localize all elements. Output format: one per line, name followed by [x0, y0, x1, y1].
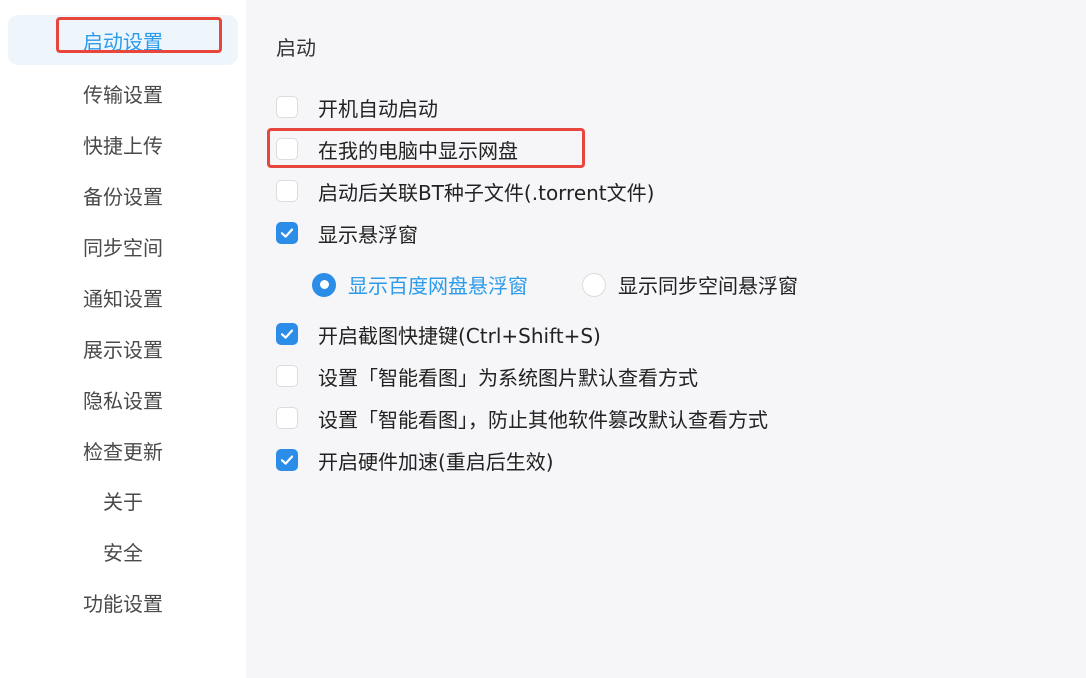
sidebar-item-sync-space[interactable]: 同步空间	[8, 221, 238, 271]
sidebar-item-label: 隐私设置	[83, 388, 163, 413]
option-prevent-tamper[interactable]: 设置「智能看图」，防止其他软件篡改默认查看方式	[276, 405, 768, 432]
sidebar-item-transfer[interactable]: 传输设置	[8, 68, 238, 118]
checkbox[interactable]	[276, 180, 298, 202]
sidebar-item-label: 快捷上传	[83, 133, 163, 158]
sidebar-item-label: 安全	[103, 540, 143, 565]
option-label: 设置「智能看图」，防止其他软件篡改默认查看方式	[318, 407, 768, 432]
sidebar-item-label: 备份设置	[83, 184, 163, 209]
checkmark-icon	[280, 228, 294, 238]
checkbox[interactable]	[276, 96, 298, 118]
sidebar-item-label: 检查更新	[83, 439, 163, 464]
sidebar-item-startup[interactable]: 启动设置	[8, 15, 238, 65]
sidebar-item-quick-upload[interactable]: 快捷上传	[8, 119, 238, 169]
radio-button-selected[interactable]	[312, 272, 336, 297]
radio-label: 显示百度网盘悬浮窗	[348, 274, 528, 298]
sidebar-item-security[interactable]: 安全	[8, 526, 238, 576]
sidebar-item-check-update[interactable]: 检查更新	[8, 425, 238, 475]
sidebar-item-label: 传输设置	[83, 82, 163, 107]
radio-baidu-float-window[interactable]: 显示百度网盘悬浮窗	[312, 270, 528, 299]
sidebar-item-label: 关于	[103, 489, 143, 514]
sidebar-item-label: 启动设置	[83, 29, 163, 54]
sidebar-item-label: 功能设置	[83, 591, 163, 616]
checkbox[interactable]	[276, 365, 298, 387]
option-show-in-my-computer[interactable]: 在我的电脑中显示网盘	[276, 136, 518, 163]
option-label: 开启截图快捷键(Ctrl+Shift+S)	[318, 323, 601, 348]
sidebar-item-label: 展示设置	[83, 337, 163, 362]
sidebar-item-about[interactable]: 关于	[8, 475, 238, 525]
sidebar-item-features[interactable]: 功能设置	[8, 577, 238, 627]
option-label: 在我的电脑中显示网盘	[318, 138, 518, 163]
option-hardware-acceleration[interactable]: 开启硬件加速(重启后生效)	[276, 447, 554, 474]
checkmark-icon	[280, 329, 294, 339]
section-title: 启动	[276, 36, 316, 60]
option-associate-torrent[interactable]: 启动后关联BT种子文件(.torrent文件)	[276, 178, 655, 205]
option-screenshot-shortcut[interactable]: 开启截图快捷键(Ctrl+Shift+S)	[276, 321, 601, 348]
option-label: 设置「智能看图」为系统图片默认查看方式	[318, 365, 698, 390]
option-default-image-viewer[interactable]: 设置「智能看图」为系统图片默认查看方式	[276, 363, 698, 390]
settings-sidebar: 启动设置 传输设置 快捷上传 备份设置 同步空间 通知设置 展示设置 隐私设置 …	[0, 0, 246, 678]
sidebar-item-display[interactable]: 展示设置	[8, 323, 238, 373]
option-label: 开机自动启动	[318, 96, 438, 121]
checkbox-checked[interactable]	[276, 449, 298, 471]
settings-panel: 启动 开机自动启动 在我的电脑中显示网盘 启动后关联BT种子文件(.torren…	[246, 0, 1086, 678]
checkbox[interactable]	[276, 138, 298, 160]
option-label: 启动后关联BT种子文件(.torrent文件)	[318, 180, 655, 205]
option-label: 开启硬件加速(重启后生效)	[318, 449, 554, 474]
sidebar-item-notification[interactable]: 通知设置	[8, 272, 238, 322]
radio-label: 显示同步空间悬浮窗	[618, 274, 798, 298]
checkbox-checked[interactable]	[276, 323, 298, 345]
checkbox[interactable]	[276, 407, 298, 429]
checkbox-checked[interactable]	[276, 222, 298, 244]
sidebar-item-backup[interactable]: 备份设置	[8, 170, 238, 220]
option-show-float-window[interactable]: 显示悬浮窗	[276, 220, 418, 247]
checkmark-icon	[280, 455, 294, 465]
sidebar-item-label: 同步空间	[83, 235, 163, 260]
radio-dot-icon	[319, 280, 329, 289]
radio-sync-space-float-window[interactable]: 显示同步空间悬浮窗	[582, 270, 798, 299]
sidebar-item-privacy[interactable]: 隐私设置	[8, 374, 238, 424]
sidebar-item-label: 通知设置	[83, 286, 163, 311]
radio-button[interactable]	[582, 272, 606, 297]
option-label: 显示悬浮窗	[318, 222, 418, 247]
option-auto-start[interactable]: 开机自动启动	[276, 94, 438, 121]
